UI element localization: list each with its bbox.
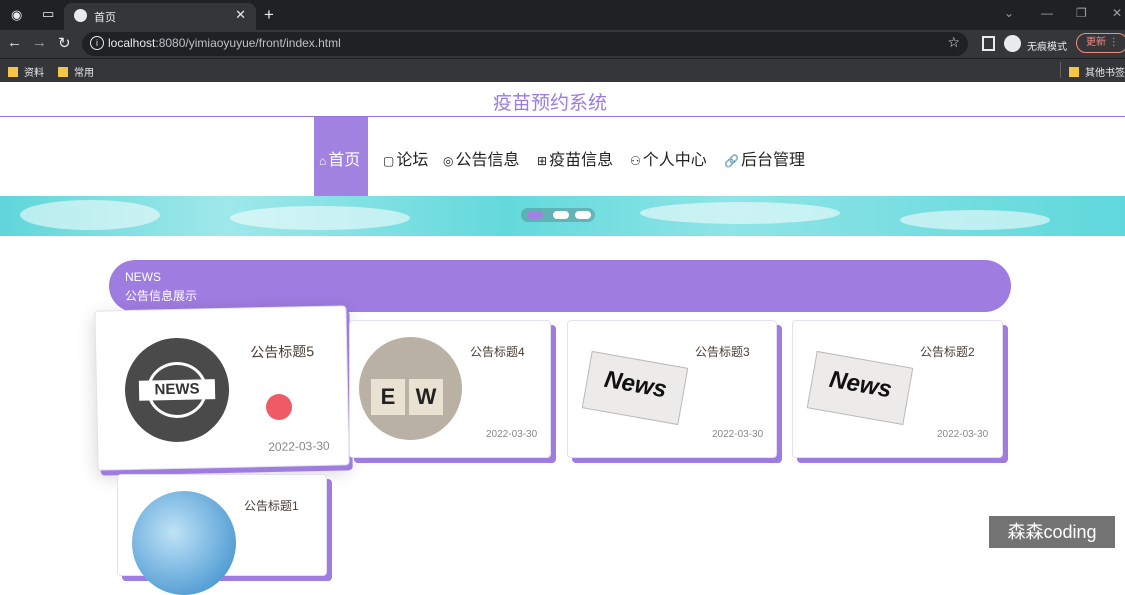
link-icon: 🔗 — [724, 154, 739, 168]
news-card[interactable]: NEWS 公告标题5 2022-03-30 — [94, 305, 350, 471]
user-icon: ⚇ — [630, 154, 641, 168]
menu-item-vaccines[interactable]: ⊞ 疫苗信息 — [537, 146, 613, 170]
menu-item-forum[interactable]: ▢ 论坛 — [383, 146, 428, 170]
back-icon[interactable]: ← — [7, 34, 22, 51]
home-icon: ⌂ — [319, 154, 327, 168]
restore-icon[interactable]: ❐ — [1076, 6, 1087, 20]
bookmark-star-icon[interactable]: ☆ — [947, 34, 960, 51]
address-bar[interactable]: i localhost:8080/yimiaoyuyue/front/index… — [82, 32, 968, 56]
news-card-title[interactable]: 公告标题2 — [920, 343, 975, 360]
notice-icon: ◎ — [443, 154, 454, 168]
carousel-dot[interactable] — [527, 211, 543, 219]
new-tab-icon[interactable]: + — [264, 5, 274, 25]
carousel-dot[interactable] — [575, 211, 591, 219]
news-card-date: 2022-03-30 — [486, 429, 538, 440]
info-icon[interactable]: i — [90, 36, 104, 50]
cloud-shape — [20, 200, 160, 230]
menu-item-home[interactable]: ⌂ 首页 — [319, 146, 360, 170]
close-tab-icon[interactable]: ✕ — [235, 7, 246, 23]
news-section-header: NEWS 公告信息展示 — [109, 260, 1011, 312]
news-card[interactable]: E W 公告标题4 2022-03-30 — [349, 320, 551, 458]
news-card-title[interactable]: 公告标题3 — [695, 343, 750, 360]
incognito-label[interactable]: 无痕模式 — [1027, 38, 1067, 53]
news-card-date: 2022-03-30 — [712, 429, 764, 440]
news-card-title[interactable]: 公告标题4 — [470, 343, 525, 360]
close-window-icon[interactable]: ✕ — [1112, 6, 1122, 20]
news-letter-blocks-image: E W — [359, 337, 462, 440]
grid-icon: ⊞ — [537, 154, 548, 168]
incognito-avatar-icon[interactable] — [1004, 35, 1021, 52]
newspaper-image: News — [807, 345, 913, 429]
folder-icon — [8, 67, 18, 77]
minimize-icon[interactable]: — — [1041, 6, 1053, 20]
news-card[interactable]: 公告标题1 — [117, 474, 327, 595]
news-card[interactable]: News 公告标题3 2022-03-30 — [567, 320, 777, 458]
browser-tab-bar: ◉ ▭ 首页 ✕ + ⌄ — ❐ ✕ — [0, 0, 1125, 30]
site-favicon-icon — [74, 9, 87, 22]
cursor-highlight — [266, 394, 292, 420]
news-card-title[interactable]: 公告标题1 — [244, 497, 299, 514]
news-blue-image — [132, 491, 236, 595]
cloud-shape — [230, 206, 410, 230]
menu-item-profile[interactable]: ⚇ 个人中心 — [630, 146, 707, 170]
folder-icon — [1069, 67, 1079, 77]
reload-icon[interactable]: ↻ — [58, 34, 71, 52]
bookmarks-bar: 资料 常用 其他书签 — [0, 58, 1125, 83]
update-button[interactable]: 更新 ⋮ — [1076, 33, 1125, 53]
web-page: 疫苗预约系统 ⌂ 首页 ▢ 论坛 ◎ 公告信息 ⊞ 疫苗信息 ⚇ 个人中心 🔗 后台管理 N… — [0, 82, 1125, 595]
news-card[interactable]: News 公告标题2 2022-03-30 — [792, 320, 1003, 458]
cloud-shape — [640, 202, 840, 224]
menu-item-admin[interactable]: 🔗 后台管理 — [724, 146, 805, 170]
bookmark-folder-ziliao[interactable]: 资料 — [8, 64, 44, 79]
nav-divider — [0, 116, 1125, 117]
window-icon[interactable]: ▭ — [42, 6, 54, 22]
globe-icon[interactable]: ◉ — [11, 7, 22, 23]
side-panel-icon[interactable] — [982, 36, 995, 51]
news-card-date: 2022-03-30 — [268, 438, 330, 455]
document-icon: ▢ — [383, 154, 395, 168]
tab-title: 首页 — [94, 12, 116, 24]
watermark: 森森coding — [989, 516, 1115, 548]
site-title: 疫苗预约系统 — [492, 93, 607, 114]
forward-icon[interactable]: → — [32, 34, 47, 51]
newspaper-image: News — [582, 345, 688, 429]
carousel-indicators — [521, 208, 595, 222]
cloud-shape — [900, 210, 1050, 230]
chevron-down-icon[interactable]: ⌄ — [1004, 6, 1014, 20]
news-card-date: 2022-03-30 — [937, 429, 989, 440]
news-heading-cn: 公告信息展示 — [125, 289, 198, 303]
bookmark-folder-changyong[interactable]: 常用 — [58, 64, 94, 79]
folder-icon — [58, 67, 68, 77]
bookmark-folder-other[interactable]: 其他书签 — [1069, 64, 1125, 79]
news-heading-en: NEWS — [125, 270, 161, 284]
menu-item-notices[interactable]: ◎ 公告信息 — [443, 146, 520, 170]
browser-toolbar: ← → ↻ i localhost:8080/yimiaoyuyue/front… — [0, 30, 1125, 58]
active-tab[interactable]: 首页 ✕ — [64, 3, 256, 30]
news-card-title[interactable]: 公告标题5 — [250, 341, 314, 362]
bookmark-divider — [1060, 62, 1061, 78]
url-text[interactable]: localhost:8080/yimiaoyuyue/front/index.h… — [108, 36, 341, 50]
news-globe-image: NEWS — [123, 336, 231, 444]
carousel-dot[interactable] — [553, 211, 569, 219]
